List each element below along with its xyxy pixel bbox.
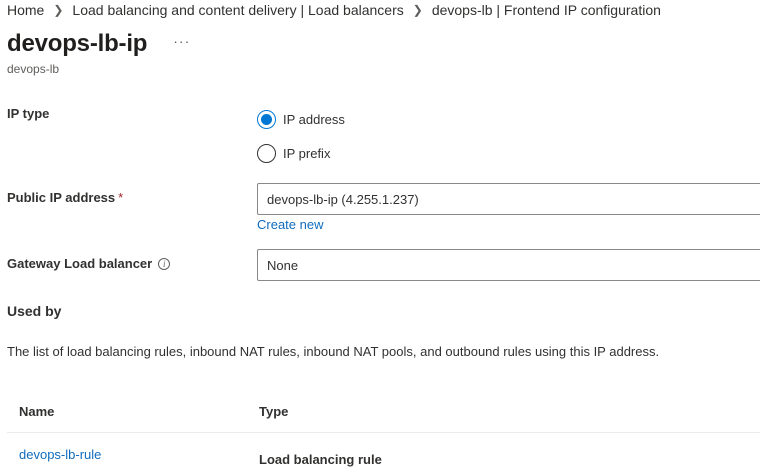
breadcrumb-home[interactable]: Home bbox=[7, 2, 44, 18]
radio-ip-prefix-label: IP prefix bbox=[283, 146, 331, 161]
gateway-lb-label-text: Gateway Load balancer bbox=[7, 256, 153, 271]
used-by-heading: Used by bbox=[7, 303, 62, 319]
public-ip-label-text: Public IP address bbox=[7, 190, 116, 205]
radio-ip-prefix[interactable]: IP prefix bbox=[257, 144, 330, 163]
radio-ip-address[interactable]: IP address bbox=[257, 110, 345, 129]
public-ip-label: Public IP address * bbox=[7, 190, 123, 205]
column-header-type[interactable]: Type bbox=[259, 404, 288, 419]
used-by-description: The list of load balancing rules, inboun… bbox=[7, 344, 660, 359]
radio-unselected-icon[interactable] bbox=[257, 144, 276, 163]
chevron-right-icon: ❯ bbox=[412, 3, 423, 17]
chevron-right-icon: ❯ bbox=[53, 3, 64, 17]
table-row-name-link[interactable]: devops-lb-rule bbox=[19, 447, 101, 462]
ip-type-label: IP type bbox=[7, 106, 49, 121]
gateway-lb-value: None bbox=[267, 257, 299, 273]
column-header-name[interactable]: Name bbox=[19, 404, 54, 419]
breadcrumb-load-balancers[interactable]: Load balancing and content delivery | Lo… bbox=[72, 2, 403, 18]
gateway-lb-dropdown[interactable]: None bbox=[257, 249, 760, 281]
page-title: devops-lb-ip bbox=[7, 30, 148, 57]
radio-selected-icon[interactable] bbox=[257, 110, 276, 129]
gateway-lb-label: Gateway Load balancer i bbox=[7, 256, 171, 271]
public-ip-value: devops-lb-ip (4.255.1.237) bbox=[267, 191, 419, 207]
breadcrumb: Home ❯ Load balancing and content delive… bbox=[7, 2, 661, 18]
radio-ip-address-label: IP address bbox=[283, 112, 345, 127]
ip-type-label-text: IP type bbox=[7, 106, 50, 121]
radio-dot-icon bbox=[261, 114, 272, 125]
table-row-type: Load balancing rule bbox=[259, 452, 382, 467]
more-options-icon[interactable]: ··· bbox=[173, 33, 190, 49]
page-subtitle: devops-lb bbox=[7, 62, 60, 76]
breadcrumb-frontend-ip-config[interactable]: devops-lb | Frontend IP configuration bbox=[432, 2, 661, 18]
info-icon[interactable]: i bbox=[158, 257, 171, 270]
required-marker: * bbox=[118, 190, 124, 205]
table-divider bbox=[7, 432, 760, 433]
title-row: devops-lb-ip ··· bbox=[7, 30, 190, 58]
public-ip-dropdown[interactable]: devops-lb-ip (4.255.1.237) bbox=[257, 183, 760, 215]
create-new-link[interactable]: Create new bbox=[257, 217, 323, 232]
